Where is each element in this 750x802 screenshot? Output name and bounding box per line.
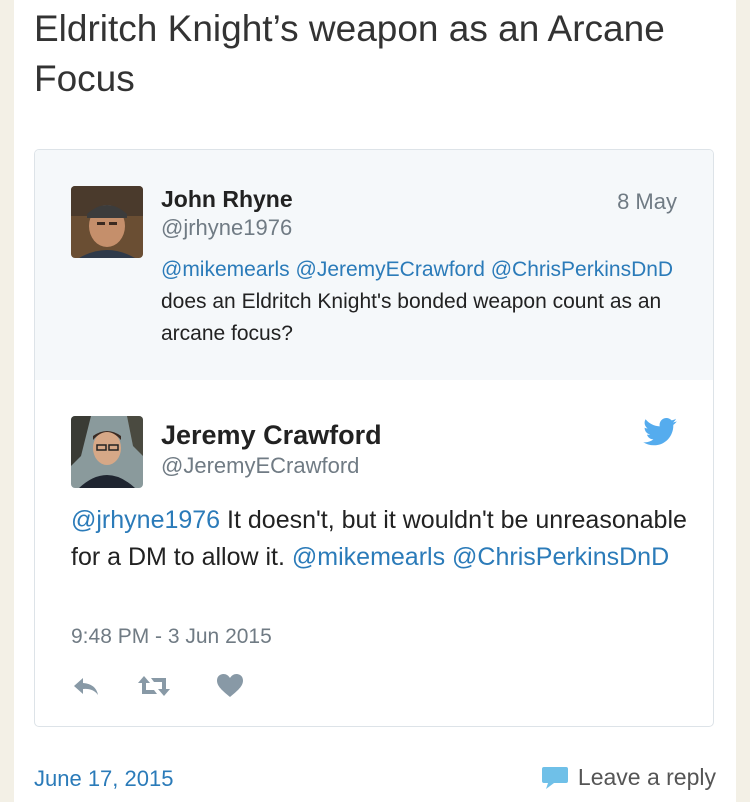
mention-link[interactable]: @jrhyne1976 <box>71 506 220 534</box>
retweet-icon[interactable] <box>137 672 170 702</box>
post-title: Eldritch Knight’s weapon as an Arcane Fo… <box>34 8 665 99</box>
tweet-timestamp[interactable]: 9:48 PM - 3 Jun 2015 <box>71 625 272 649</box>
tweet-text: @mikemearls @JeremyECrawford @ChrisPerki… <box>161 254 681 350</box>
mention-link[interactable]: @mikemearls <box>292 543 445 571</box>
page: Eldritch Knight’s weapon as an Arcane Fo… <box>14 0 736 802</box>
tweet-date[interactable]: 8 May <box>617 189 677 215</box>
mention-link[interactable]: @mikemearls <box>161 258 290 281</box>
author-handle[interactable]: @jrhyne1976 <box>161 215 292 241</box>
mention-link[interactable]: @JeremyECrawford <box>296 258 485 281</box>
reply-arrow-icon[interactable] <box>71 672 103 702</box>
quoted-tweet[interactable]: John Rhyne @jrhyne1976 8 May @mikemearls… <box>35 150 713 380</box>
leave-reply-link[interactable]: Leave a reply <box>540 764 716 791</box>
mention-link[interactable]: @ChrisPerkinsDnD <box>452 543 669 571</box>
author-name[interactable]: Jeremy Crawford <box>161 420 382 451</box>
tweet-text: @jrhyne1976 It doesn't, but it wouldn't … <box>71 502 691 576</box>
author-name[interactable]: John Rhyne <box>161 186 293 213</box>
heart-icon[interactable] <box>216 672 248 702</box>
speech-bubble-icon <box>541 766 568 789</box>
tweet-embed: John Rhyne @jrhyne1976 8 May @mikemearls… <box>34 149 714 727</box>
mention-link[interactable]: @ChrisPerkinsDnD <box>491 258 673 281</box>
post-date-link[interactable]: June 17, 2015 <box>34 766 173 792</box>
twitter-bird-icon[interactable] <box>643 418 677 446</box>
avatar[interactable] <box>71 186 143 258</box>
leave-reply-label: Leave a reply <box>577 764 716 790</box>
avatar[interactable] <box>71 416 143 488</box>
tweet-body: does an Eldritch Knight's bonded weapon … <box>161 290 662 345</box>
author-handle[interactable]: @JeremyECrawford <box>161 453 359 479</box>
